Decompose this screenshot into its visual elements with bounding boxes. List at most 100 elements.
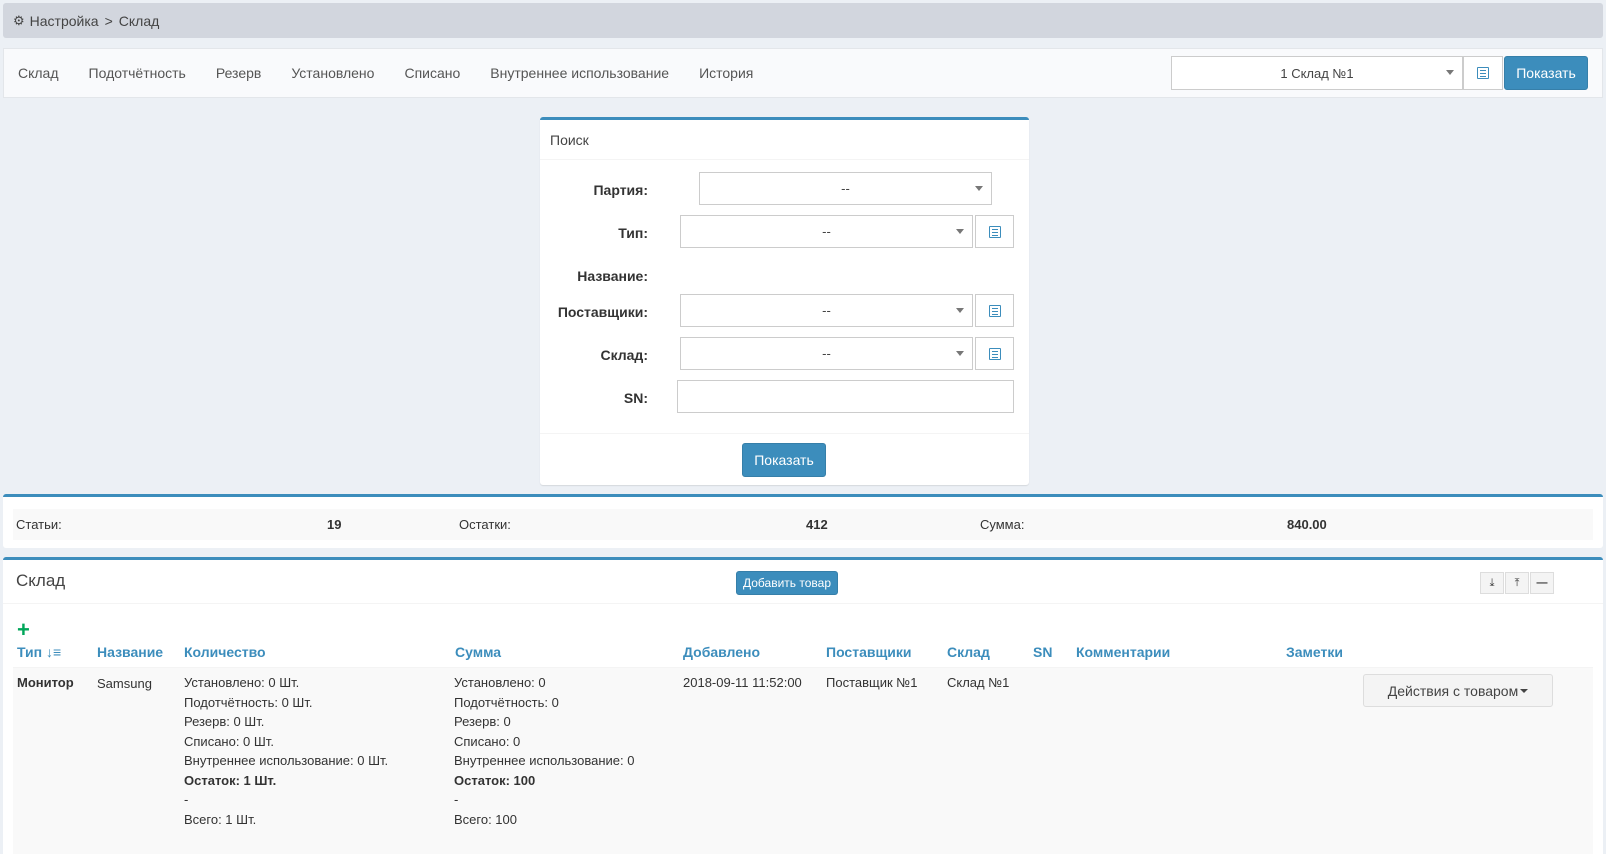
- stats-row: Статьи: 19 Остатки: 412 Сумма: 840.00: [13, 509, 1593, 540]
- list-icon: [988, 347, 1001, 360]
- caret-down-icon: [956, 351, 964, 356]
- breadcrumb-current: Склад: [118, 12, 160, 29]
- sum-remainder: Остаток: 100: [454, 772, 536, 788]
- search-panel: Поиск Партия: -- Тип: -- Название: Поста…: [540, 117, 1029, 485]
- suppliers-list-button[interactable]: [975, 294, 1014, 327]
- column-name[interactable]: Название: [97, 644, 163, 660]
- caret-down-icon: [1446, 70, 1454, 75]
- collapse-icon[interactable]: —: [1530, 572, 1554, 594]
- column-type[interactable]: Тип ↓≡: [17, 644, 61, 660]
- row-type: Монитор: [17, 675, 74, 690]
- warehouse-list-button[interactable]: [1463, 56, 1503, 90]
- type-label: Тип:: [618, 225, 648, 241]
- caret-down-icon: [956, 308, 964, 313]
- suppliers-select[interactable]: --: [680, 294, 973, 327]
- column-sn[interactable]: SN: [1033, 644, 1052, 660]
- column-notes[interactable]: Заметки: [1286, 644, 1343, 660]
- warehouse-select[interactable]: 1 Склад №1: [1171, 56, 1463, 90]
- tab-accountable[interactable]: Подотчётность: [74, 65, 201, 81]
- qty-reserve: Резерв: 0 Шт.: [184, 714, 265, 729]
- tab-internal-use[interactable]: Внутреннее использование: [475, 65, 684, 81]
- qty-dash: -: [184, 792, 189, 807]
- caret-down-icon: [1520, 688, 1529, 693]
- qty-written-off: Списано: 0 Шт.: [184, 733, 274, 749]
- row-warehouse: Склад №1: [947, 675, 1010, 690]
- export-icon[interactable]: ⤓: [1480, 572, 1504, 594]
- warehouse-select-value: 1 Склад №1: [1280, 65, 1354, 81]
- sum-internal: Внутреннее использование: 0: [454, 753, 635, 768]
- sum-accountable: Подотчётность: 0: [454, 694, 559, 710]
- caret-down-icon: [956, 229, 964, 234]
- tab-written-off[interactable]: Списано: [389, 65, 475, 81]
- caret-down-icon: [975, 186, 983, 191]
- breadcrumb-root[interactable]: Настройка: [30, 13, 99, 29]
- sum-dash: -: [454, 792, 459, 807]
- sum-installed: Установлено: 0: [454, 675, 546, 690]
- tab-reserve[interactable]: Резерв: [201, 65, 276, 81]
- item-actions-button[interactable]: Действия с товаром: [1363, 674, 1553, 707]
- column-warehouse[interactable]: Склад: [947, 644, 990, 660]
- search-submit-button[interactable]: Показать: [742, 443, 826, 477]
- name-label: Название:: [577, 268, 648, 284]
- sn-input[interactable]: [677, 380, 1014, 413]
- nav-show-button[interactable]: Показать: [1504, 56, 1588, 90]
- type-select-value: --: [822, 224, 831, 239]
- warehouse-label: Склад:: [600, 347, 648, 363]
- row-added: 2018-09-11 11:52:00: [683, 675, 802, 690]
- row-supplier: Поставщик №1: [826, 675, 918, 690]
- list-icon: [1477, 67, 1489, 79]
- warehouse-title: Склад: [16, 571, 66, 590]
- suppliers-select-value: --: [822, 303, 831, 318]
- column-quantity[interactable]: Количество: [184, 644, 266, 660]
- row-quantity: Установлено: 0 Шт. Подотчётность: 0 Шт. …: [184, 673, 388, 829]
- column-type-label: Тип: [17, 644, 43, 660]
- warehouse-header: Склад Добавить товар ⤓ ⤒ —: [3, 560, 1603, 604]
- batch-label: Партия:: [593, 182, 648, 198]
- table-row: Монитор Samsung Установлено: 0 Шт. Подот…: [13, 667, 1593, 854]
- remains-label: Остатки:: [459, 517, 511, 532]
- gear-icon: ⚙: [13, 12, 25, 28]
- qty-internal: Внутреннее использование: 0 Шт.: [184, 753, 389, 768]
- articles-value: 19: [327, 517, 342, 532]
- sum-written-off: Списано: 0: [454, 733, 521, 749]
- qty-installed: Установлено: 0 Шт.: [184, 675, 300, 690]
- nav-bar: Склад Подотчётность Резерв Установлено С…: [3, 48, 1603, 98]
- add-item-button[interactable]: Добавить товар: [736, 571, 838, 595]
- search-title: Поиск: [540, 120, 1029, 160]
- warehouse-filter-list-button[interactable]: [975, 337, 1014, 370]
- import-icon[interactable]: ⤒: [1505, 572, 1529, 594]
- warehouse-filter-value: --: [822, 346, 831, 361]
- search-footer: [540, 433, 1029, 434]
- column-added[interactable]: Добавлено: [683, 644, 760, 660]
- sort-icon[interactable]: ↓≡: [46, 644, 61, 660]
- column-suppliers[interactable]: Поставщики: [826, 644, 912, 660]
- remains-value: 412: [806, 517, 828, 532]
- item-actions-label: Действия с товаром: [1387, 682, 1519, 699]
- sum-total: Всего: 100: [454, 811, 518, 827]
- column-comments[interactable]: Комментарии: [1076, 644, 1170, 660]
- column-sum[interactable]: Сумма: [455, 644, 501, 660]
- sum-reserve: Резерв: 0: [454, 714, 511, 729]
- batch-select-value: --: [841, 181, 850, 196]
- tab-history[interactable]: История: [684, 65, 768, 81]
- tab-installed[interactable]: Установлено: [276, 65, 389, 81]
- type-list-button[interactable]: [975, 215, 1014, 248]
- qty-accountable: Подотчётность: 0 Шт.: [184, 694, 313, 710]
- tab-warehouse[interactable]: Склад: [4, 65, 74, 81]
- row-name: Samsung: [97, 676, 152, 691]
- qty-remainder: Остаток: 1 Шт.: [184, 772, 277, 788]
- articles-label: Статьи:: [16, 517, 62, 532]
- sum-label: Сумма:: [980, 517, 1025, 532]
- stats-panel: Статьи: 19 Остатки: 412 Сумма: 840.00: [3, 494, 1603, 548]
- warehouse-filter-select[interactable]: --: [680, 337, 973, 370]
- list-icon: [988, 304, 1001, 317]
- type-select[interactable]: --: [680, 215, 973, 248]
- plus-icon[interactable]: +: [17, 617, 30, 643]
- breadcrumb: ⚙ Настройка > Склад: [3, 3, 1603, 38]
- batch-select[interactable]: --: [699, 172, 992, 205]
- qty-total: Всего: 1 Шт.: [184, 811, 257, 827]
- list-icon: [988, 225, 1001, 238]
- sum-value: 840.00: [1287, 517, 1327, 532]
- warehouse-panel: Склад Добавить товар ⤓ ⤒ — + Тип ↓≡ Назв…: [3, 557, 1603, 854]
- suppliers-label: Поставщики:: [557, 304, 648, 320]
